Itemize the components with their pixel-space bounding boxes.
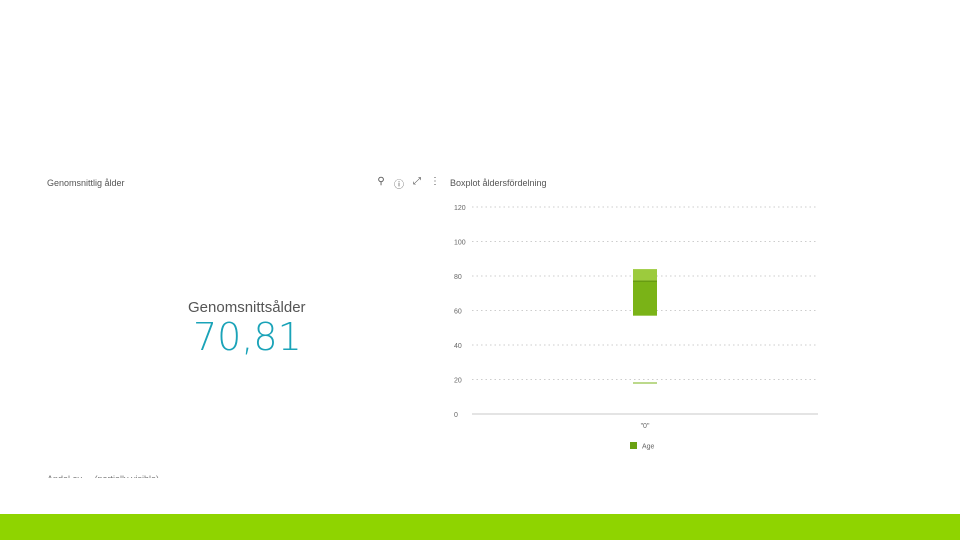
x-tick-label: "0"	[641, 423, 650, 430]
left-panel-title: Genomsnittlig ålder	[47, 178, 125, 188]
footer-bar	[0, 514, 960, 540]
y-tick-label: 120	[454, 205, 466, 212]
y-tick-label: 0	[454, 412, 458, 419]
y-tick-label: 40	[454, 343, 462, 350]
next-panel-title: Andel av ... (partially visible)	[47, 472, 159, 478]
expand-icon[interactable]: ⤢	[411, 176, 423, 191]
lightbulb-icon[interactable]: ⚲	[375, 176, 387, 191]
right-panel-title: Boxplot åldersfördelning	[450, 178, 547, 188]
box-lower	[633, 281, 657, 316]
box-upper	[633, 269, 657, 282]
y-tick-label: 80	[454, 274, 462, 281]
y-tick-label: 60	[454, 309, 462, 316]
boxplot-chart: 0 20 40 60 80 100 120 "0" Age	[454, 205, 818, 451]
kpi-value: 70,81	[193, 315, 302, 359]
legend-label: Age	[642, 444, 655, 451]
kpi-label: Genomsnittsålder	[188, 299, 306, 316]
y-tick-label: 100	[454, 240, 466, 247]
y-tick-label: 20	[454, 378, 462, 385]
panel-toolbar: ⚲ ⓘ ⤢ ⋮	[375, 176, 441, 191]
info-icon[interactable]: ⓘ	[393, 176, 405, 191]
legend-swatch	[630, 442, 637, 449]
more-vertical-icon[interactable]: ⋮	[429, 176, 441, 191]
